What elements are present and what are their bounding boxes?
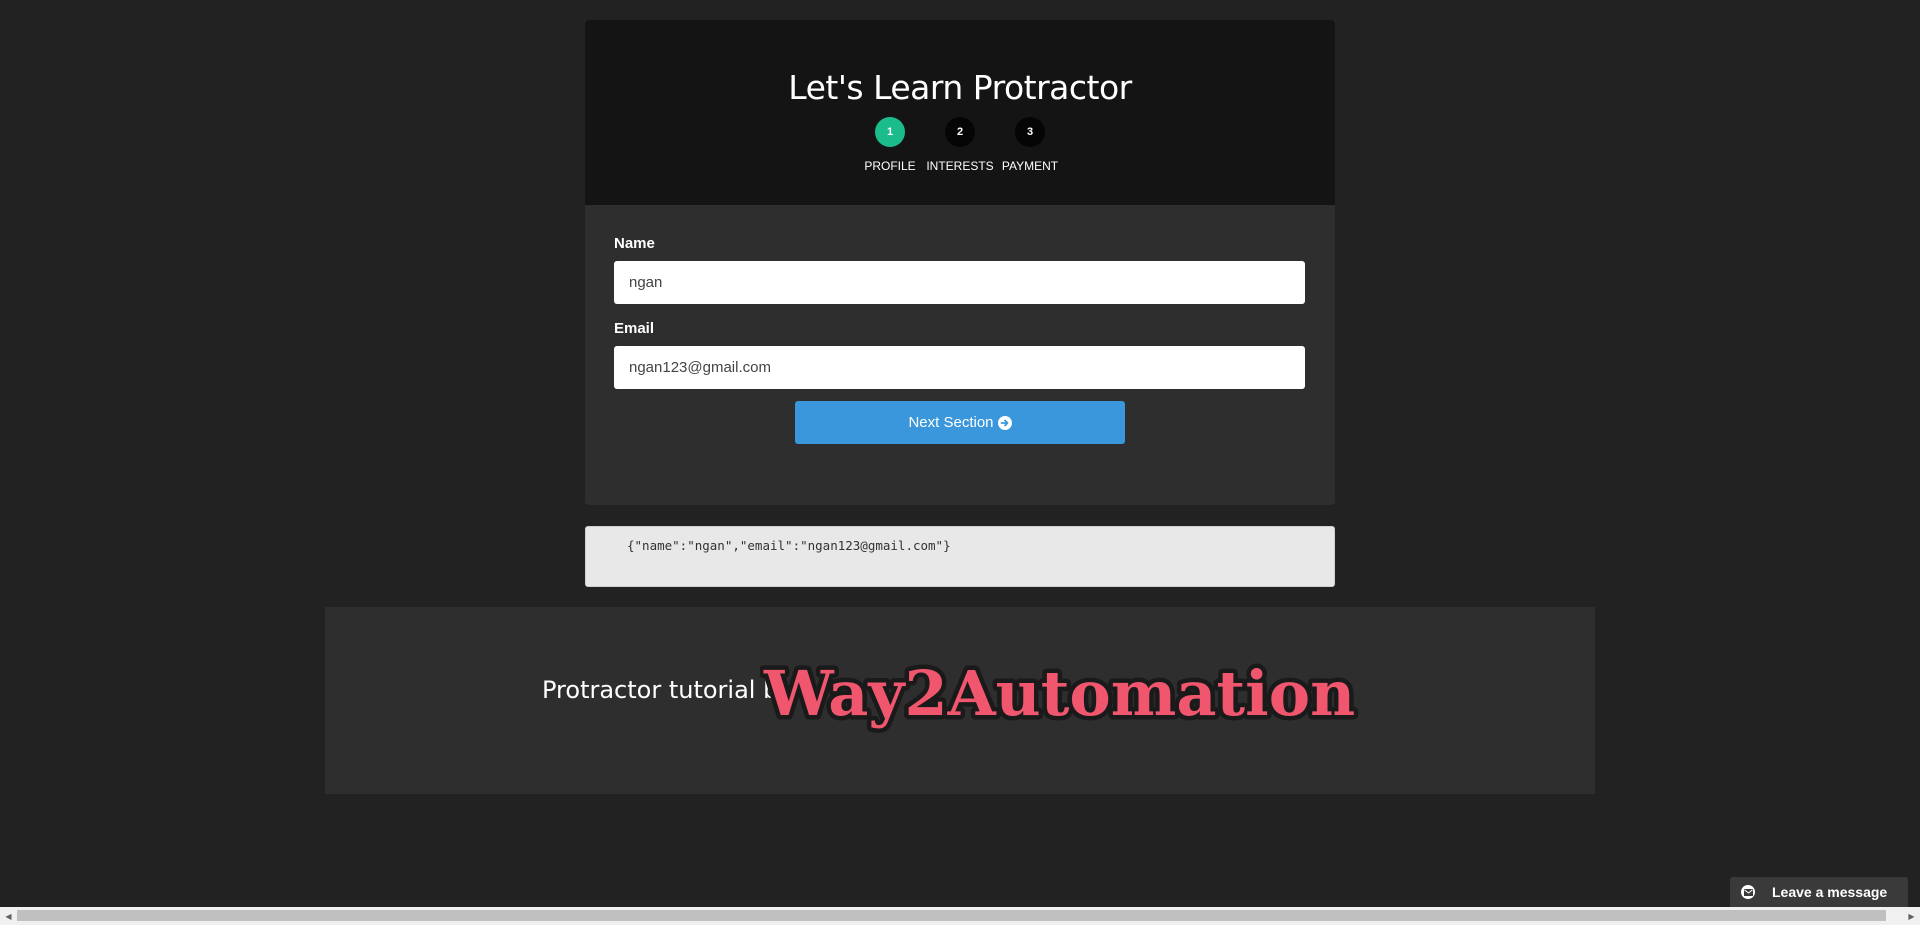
step-interests: 2 INTERESTS xyxy=(926,117,994,173)
step-indicator: 1 PROFILE 2 INTERESTS 3 PAYMENT xyxy=(585,117,1335,173)
name-field[interactable] xyxy=(614,261,1305,304)
email-label: Email xyxy=(614,320,655,337)
scroll-right-icon[interactable]: ▶ xyxy=(1903,907,1920,925)
logo-text: Way2Automation xyxy=(763,657,1355,730)
footer-text: Protractor tutorial by xyxy=(542,676,793,704)
next-section-button[interactable]: Next Section xyxy=(795,401,1125,444)
page-title: Let's Learn Protractor xyxy=(788,68,1132,107)
arrow-circle-right-icon xyxy=(997,415,1012,430)
chat-widget[interactable]: Leave a message xyxy=(1730,877,1908,907)
horizontal-scrollbar[interactable]: ◀ ▶ xyxy=(0,907,1920,925)
json-output: {"name":"ngan","email":"ngan123@gmail.co… xyxy=(585,526,1335,587)
step-label: PROFILE xyxy=(864,159,916,173)
next-section-label: Next Section xyxy=(908,414,994,431)
form-card: Let's Learn Protractor 1 PROFILE 2 INTER… xyxy=(585,20,1335,505)
scroll-thumb[interactable] xyxy=(17,910,1886,921)
chat-label: Leave a message xyxy=(1772,884,1888,900)
way2automation-logo: Way2Automation Way2Automation xyxy=(760,653,1360,735)
step-number-circle: 2 xyxy=(945,117,975,147)
step-label: INTERESTS xyxy=(926,159,994,173)
step-number-circle: 1 xyxy=(875,117,905,147)
step-label: PAYMENT xyxy=(1001,159,1059,173)
step-number-circle: 3 xyxy=(1015,117,1045,147)
scroll-left-icon[interactable]: ◀ xyxy=(0,907,17,925)
step-payment: 3 PAYMENT xyxy=(1002,117,1058,173)
envelope-icon xyxy=(1741,885,1755,899)
email-field[interactable] xyxy=(614,346,1305,389)
page: Let's Learn Protractor 1 PROFILE 2 INTER… xyxy=(0,0,1920,925)
footer-banner: Protractor tutorial by Way2Automation Wa… xyxy=(325,607,1595,794)
form-body: Name Email Next Section xyxy=(585,205,1335,444)
name-label: Name xyxy=(614,235,655,252)
step-profile: 1 PROFILE xyxy=(862,117,918,173)
card-header: Let's Learn Protractor 1 PROFILE 2 INTER… xyxy=(585,20,1335,205)
